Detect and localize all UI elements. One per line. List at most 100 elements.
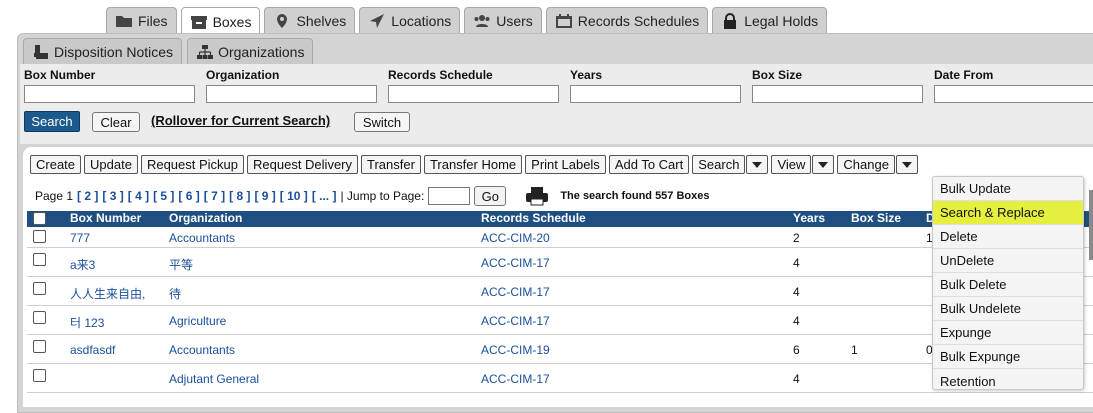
chevron-down-icon[interactable] [895,155,918,174]
page-link[interactable]: [ 3 ] [102,189,123,203]
organization-link[interactable]: Adjutant General [169,372,259,386]
clear-button[interactable]: Clear [92,112,140,132]
results-count: The search found 557 Boxes [560,190,710,202]
search-menu-group: Search [692,155,769,174]
create-button[interactable]: Create [30,155,82,174]
tab-disposition-notices[interactable]: Disposition Notices [23,38,183,64]
row-checkbox[interactable] [33,253,46,266]
box-icon [190,15,207,29]
page-link[interactable]: [ ... ] [312,189,337,203]
chevron-down-icon[interactable] [746,155,769,174]
tab-records-schedules[interactable]: Records Schedules [545,7,709,34]
box-size-input[interactable] [752,85,923,103]
box-number-link[interactable]: 터 123 [70,314,104,331]
page-link[interactable]: [ 2 ] [77,189,98,203]
page-link[interactable]: [ 8 ] [229,189,250,203]
field-label: Box Number [24,68,96,82]
box-number-link[interactable]: asdfasdf [70,343,115,357]
records-schedule-link[interactable]: ACC-CIM-17 [481,256,550,270]
row-checkbox[interactable] [33,311,46,324]
search-menu-button[interactable]: Search [692,155,746,174]
menu-item-retention[interactable]: Retention [933,369,1083,393]
records-schedule-link[interactable]: ACC-CIM-19 [481,343,550,357]
date-from-input[interactable] [934,85,1093,103]
organization-link[interactable]: 平等 [169,256,193,273]
scrollbar[interactable] [1089,190,1093,260]
tab-users[interactable]: Users [464,7,542,34]
page-link[interactable]: [ 9 ] [254,189,275,203]
print-labels-button[interactable]: Print Labels [525,155,606,174]
chevron-down-icon[interactable] [812,155,835,174]
page-link[interactable]: [ 5 ] [153,189,174,203]
menu-item-search-replace[interactable]: Search & Replace [933,201,1083,225]
change-dropdown-menu: Bulk Update Search & Replace Delete UnDe… [932,176,1084,390]
box-number-input[interactable] [24,85,195,103]
menu-item-expunge[interactable]: Expunge [933,321,1083,345]
update-button[interactable]: Update [84,155,138,174]
jump-to-page-input[interactable] [428,187,471,205]
add-to-cart-button[interactable]: Add To Cart [608,155,690,174]
page-link[interactable]: [ 4 ] [128,189,149,203]
page-link[interactable]: [ 10 ] [280,189,308,203]
transfer-button[interactable]: Transfer [361,155,421,174]
select-all-checkbox[interactable] [33,212,46,225]
row-checkbox[interactable] [33,369,46,382]
menu-item-bulk-undelete[interactable]: Bulk Undelete [933,297,1083,321]
tab-label: Locations [391,13,452,29]
column-header-box-number[interactable]: Box Number [70,211,141,225]
years-field: Years [570,68,741,103]
column-header-years[interactable]: Years [793,211,825,225]
menu-item-delete[interactable]: Delete [933,225,1083,249]
records-schedule-link[interactable]: ACC-CIM-17 [481,372,550,386]
row-checkbox[interactable] [33,282,46,295]
change-menu-button[interactable]: Change [837,155,895,174]
box-number-link[interactable]: 人人生来自由, [70,285,145,302]
tab-files[interactable]: Files [106,7,177,34]
records-schedule-link[interactable]: ACC-CIM-17 [481,285,550,299]
box-size-field: Box Size [752,68,923,103]
request-pickup-button[interactable]: Request Pickup [140,155,245,174]
transfer-home-button[interactable]: Transfer Home [423,155,523,174]
switch-button[interactable]: Switch [354,112,410,132]
years-input[interactable] [570,85,741,103]
organization-link[interactable]: Accountants [169,231,235,245]
view-menu-button[interactable]: View [771,155,812,174]
organization-input[interactable] [206,85,377,103]
page-link[interactable]: [ 7 ] [204,189,225,203]
tab-shelves[interactable]: Shelves [264,7,356,34]
records-schedule-link[interactable]: ACC-CIM-17 [481,314,550,328]
tab-boxes[interactable]: Boxes [180,7,261,35]
organization-link[interactable]: Agriculture [169,314,226,328]
organization-link[interactable]: Accountants [169,343,235,357]
calendar-icon [555,14,572,28]
lock-icon [724,13,737,29]
tab-label: Boxes [212,13,252,30]
users-icon [474,15,490,27]
row-checkbox[interactable] [33,340,46,353]
tab-legal-holds[interactable]: Legal Holds [712,7,828,34]
go-button[interactable]: Go [474,186,507,206]
sub-tab-bar: Disposition Notices Organizations [23,38,314,64]
records-schedule-link[interactable]: ACC-CIM-20 [481,231,550,245]
menu-item-bulk-delete[interactable]: Bulk Delete [933,273,1083,297]
box-number-link[interactable]: a来3 [70,256,95,273]
request-delivery-button[interactable]: Request Delivery [247,155,359,174]
menu-item-undelete[interactable]: UnDelete [933,249,1083,273]
page-link[interactable]: [ 6 ] [178,189,199,203]
printer-icon[interactable] [524,186,550,206]
folder-icon [116,16,132,27]
column-header-organization[interactable]: Organization [169,211,242,225]
column-header-box-size[interactable]: Box Size [851,211,901,225]
box-number-link[interactable]: 777 [70,231,90,245]
search-button[interactable]: Search [24,111,80,132]
field-label: Box Size [752,68,803,82]
column-header-records-schedule[interactable]: Records Schedule [481,211,586,225]
records-schedule-input[interactable] [388,85,559,103]
rollover-link[interactable]: (Rollover for Current Search) [151,113,330,128]
menu-item-bulk-expunge[interactable]: Bulk Expunge [933,345,1083,369]
menu-item-bulk-update[interactable]: Bulk Update [933,177,1083,201]
organization-link[interactable]: 待 [169,285,181,302]
row-checkbox[interactable] [33,230,46,243]
tab-locations[interactable]: Locations [359,7,461,34]
tab-organizations[interactable]: Organizations [187,38,314,64]
